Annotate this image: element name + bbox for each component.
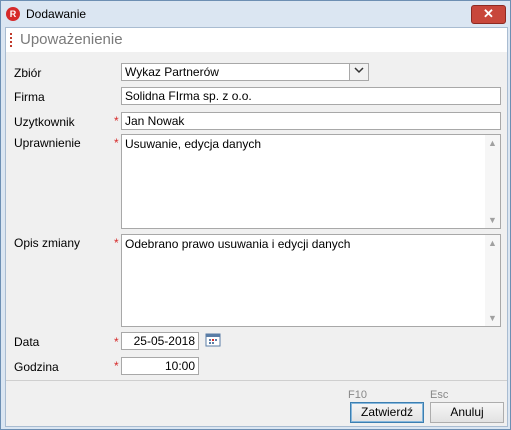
scroll-up-icon[interactable]: ▲ (485, 236, 500, 250)
uzytkownik-field[interactable]: Jan Nowak (121, 112, 501, 130)
zbior-label: Zbiór (14, 66, 42, 80)
required-marker: * (114, 114, 119, 128)
uprawnienie-value: Usuwanie, edycja danych (125, 137, 262, 151)
app-logo-icon: R (6, 7, 20, 21)
zbior-select[interactable]: Wykaz Partnerów (121, 63, 369, 81)
opis-zmiany-textarea[interactable]: Odebrano prawo usuwania i edycji danych … (121, 234, 501, 327)
dialog-body: Upoważenienie Zbiór Wykaz Partnerów Firm… (5, 27, 508, 427)
calendar-icon[interactable] (205, 332, 221, 347)
window-title: Dodawanie (26, 7, 87, 21)
footer-divider (6, 380, 507, 381)
confirm-button[interactable]: Zatwierdź (350, 402, 424, 423)
dialog-window: R Dodawanie ✕ Upoważenienie Zbiór Wykaz … (0, 0, 511, 430)
cancel-button[interactable]: Anuluj (430, 402, 504, 423)
firma-label: Firma (14, 90, 45, 104)
opis-zmiany-label: Opis zmiany (14, 236, 81, 250)
required-marker: * (114, 359, 119, 373)
title-bar[interactable]: R Dodawanie ✕ (1, 1, 510, 27)
section-header: Upoważenienie (6, 28, 507, 52)
required-marker: * (114, 136, 119, 150)
godzina-label: Godzina (14, 360, 59, 374)
close-button[interactable]: ✕ (471, 5, 506, 24)
opis-zmiany-value: Odebrano prawo usuwania i edycji danych (125, 237, 351, 251)
scroll-up-icon[interactable]: ▲ (485, 136, 500, 150)
required-marker: * (114, 236, 119, 250)
uprawnienie-textarea[interactable]: Usuwanie, edycja danych ▲ ▼ (121, 134, 501, 229)
uprawnienie-label: Uprawnienie (14, 136, 81, 150)
confirm-hotkey: F10 (348, 389, 367, 401)
chevron-down-icon[interactable] (349, 64, 368, 80)
required-marker: * (114, 335, 119, 349)
drag-handle-icon (10, 33, 14, 47)
scroll-down-icon[interactable]: ▼ (485, 311, 500, 325)
uzytkownik-label: Uzytkownik (14, 115, 75, 129)
zbior-value: Wykaz Partnerów (125, 65, 219, 79)
section-title: Upoważenienie (20, 31, 123, 48)
scroll-down-icon[interactable]: ▼ (485, 213, 500, 227)
firma-field[interactable]: Solidna FIrma sp. z o.o. (121, 87, 501, 105)
time-field[interactable]: 10:00 (121, 357, 199, 375)
date-field[interactable]: 25-05-2018 (121, 332, 199, 350)
cancel-hotkey: Esc (430, 389, 449, 401)
uprawnienie-scrollbar[interactable]: ▲ ▼ (485, 135, 500, 228)
data-label: Data (14, 335, 40, 349)
opis-zmiany-scrollbar[interactable]: ▲ ▼ (485, 235, 500, 326)
